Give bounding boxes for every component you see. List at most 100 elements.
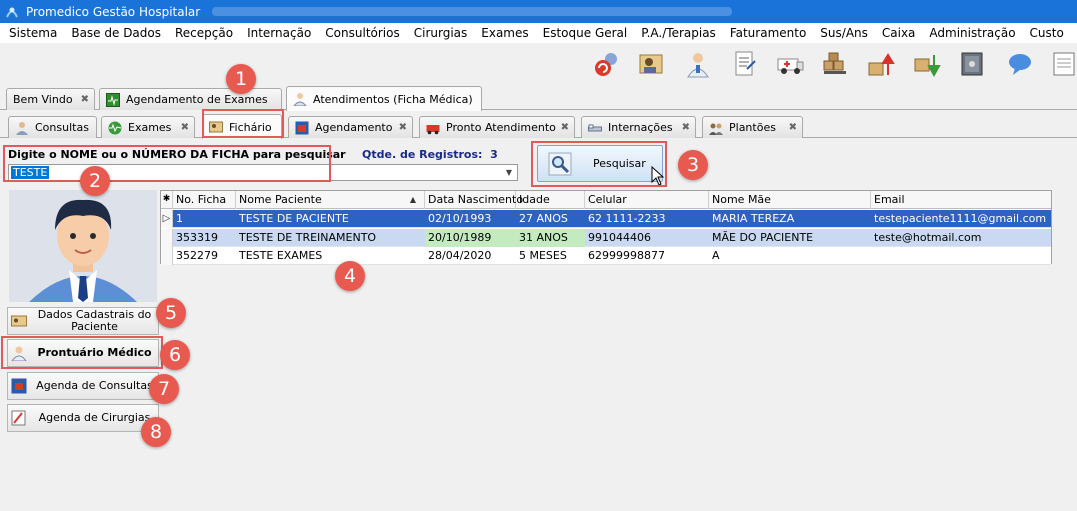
close-icon[interactable]: ✖ xyxy=(789,122,797,133)
close-icon[interactable]: ✖ xyxy=(81,94,89,105)
column-header[interactable]: Data Nascimento xyxy=(425,191,523,209)
menu-bi[interactable]: BI xyxy=(1071,23,1077,43)
id-card-icon xyxy=(11,315,27,327)
menu-caixa[interactable]: Caixa xyxy=(875,23,923,43)
menu-administracao[interactable]: Administração xyxy=(922,23,1022,43)
column-header[interactable]: Idade xyxy=(516,191,585,209)
tab-pronto-atendimento[interactable]: Pronto Atendimento ✖ xyxy=(419,116,575,138)
cell-nascimento: 28/04/2020 xyxy=(428,249,492,262)
tab-label: Pronto Atendimento xyxy=(446,121,556,134)
document-icon[interactable] xyxy=(1045,47,1077,81)
column-header[interactable]: Celular xyxy=(585,191,709,209)
tab-label: Bem Vindo xyxy=(13,93,73,106)
heartbeat-icon xyxy=(108,121,122,134)
menu-base-de-dados[interactable]: Base de Dados xyxy=(64,23,168,43)
menu-bar: Sistema Base de Dados Recepção Internaçã… xyxy=(0,23,1077,43)
chat-icon[interactable] xyxy=(1003,47,1037,81)
patient-icon xyxy=(16,121,28,135)
record-count-value: 3 xyxy=(490,148,498,161)
column-header[interactable]: No. Ficha xyxy=(173,191,236,209)
tab-plantoes[interactable]: Plantões ✖ xyxy=(702,116,803,138)
mouse-cursor-icon xyxy=(651,166,665,186)
bed-icon xyxy=(588,124,602,131)
surgery-schedule-button[interactable]: Agenda de Cirurgias xyxy=(7,404,159,432)
medical-record-label: Prontuário Médico xyxy=(37,346,152,359)
safe-icon[interactable] xyxy=(955,47,989,81)
patient-photo xyxy=(9,190,157,302)
ambulance-icon[interactable] xyxy=(773,47,807,81)
cell-nascimento: 02/10/1993 xyxy=(428,212,492,225)
callout-4: 4 xyxy=(335,261,365,291)
callout-7: 7 xyxy=(149,374,179,404)
tab-label: Agendamento xyxy=(315,121,393,134)
grid-header: ✱ No. Ficha Nome Paciente ▲ Data Nascimen… xyxy=(161,191,1051,209)
warehouse-icon[interactable] xyxy=(818,47,852,81)
cell-nome-mae: A xyxy=(712,249,720,262)
ambulance-icon xyxy=(426,124,440,134)
callout-8: 8 xyxy=(141,417,171,447)
table-row[interactable]: ▷ 1 TESTE DE PACIENTE 02/10/1993 27 ANOS… xyxy=(161,210,1051,228)
doctor-icon xyxy=(293,93,307,106)
tab-exames[interactable]: Exames ✖ xyxy=(101,116,195,138)
tab-label: Internações xyxy=(608,121,673,134)
cell-email: teste@hotmail.com xyxy=(874,231,982,244)
menu-recepcao[interactable]: Recepção xyxy=(168,23,240,43)
reception-icon[interactable] xyxy=(635,47,669,81)
prescription-icon[interactable] xyxy=(727,47,761,81)
menu-sistema[interactable]: Sistema xyxy=(2,23,64,43)
patient-data-button[interactable]: Dados Cadastrais do Paciente xyxy=(7,307,159,335)
refresh-users-icon[interactable] xyxy=(590,47,624,81)
table-row[interactable]: 353319 TESTE DE TREINAMENTO 20/10/1989 3… xyxy=(161,229,1051,247)
cell-ficha: 1 xyxy=(176,212,183,225)
menu-pa-terapias[interactable]: P.A./Terapias xyxy=(634,23,723,43)
medical-record-button[interactable]: Prontuário Médico xyxy=(7,339,159,367)
sort-ascending-icon: ▲ xyxy=(409,195,416,204)
column-header[interactable]: Email xyxy=(871,191,1051,209)
row-indicator-icon: ▷ xyxy=(161,210,173,228)
grid-settings-icon[interactable]: ✱ xyxy=(161,191,173,209)
menu-internacao[interactable]: Internação xyxy=(240,23,318,43)
stock-down-icon[interactable] xyxy=(910,47,944,81)
consultation-schedule-label: Agenda de Consultas xyxy=(36,379,153,392)
close-icon[interactable]: ✖ xyxy=(181,122,189,133)
menu-exames[interactable]: Exames xyxy=(474,23,535,43)
callout-3: 3 xyxy=(678,150,708,180)
menu-sus-ans[interactable]: Sus/Ans xyxy=(813,23,875,43)
menu-estoque-geral[interactable]: Estoque Geral xyxy=(536,23,635,43)
cell-idade: 5 MESES xyxy=(519,249,567,262)
tab-label: Fichário xyxy=(229,120,272,134)
menu-custo[interactable]: Custo xyxy=(1023,23,1071,43)
cell-idade: 31 ANOS xyxy=(516,229,585,247)
cell-email xyxy=(871,247,1051,265)
cell-nome-mae: MARIA TEREZA xyxy=(712,212,795,225)
cell-celular: 62 1111-2233 xyxy=(588,212,666,225)
tab-consultas[interactable]: Consultas xyxy=(8,116,97,138)
close-icon[interactable]: ✖ xyxy=(561,122,569,133)
table-row[interactable]: 352279 TESTE EXAMES 28/04/2020 5 MESES 6… xyxy=(161,247,1051,265)
column-header[interactable]: Nome Mãe xyxy=(709,191,871,209)
tab-atendimentos[interactable]: Atendimentos (Ficha Médica) xyxy=(286,86,482,111)
tab-agendamento-exames[interactable]: Agendamento de Exames xyxy=(99,88,282,110)
chevron-down-icon[interactable]: ▼ xyxy=(502,166,516,179)
calendar-icon xyxy=(11,378,27,394)
close-icon[interactable]: ✖ xyxy=(682,122,690,133)
tab-fichario[interactable]: Fichário xyxy=(202,114,282,139)
menu-faturamento[interactable]: Faturamento xyxy=(723,23,813,43)
stock-up-icon[interactable] xyxy=(864,47,898,81)
menu-cirurgias[interactable]: Cirurgias xyxy=(407,23,475,43)
tab-internacoes[interactable]: Internações ✖ xyxy=(581,116,696,138)
column-header[interactable]: Nome Paciente ▲ xyxy=(236,191,425,209)
tab-agendamento[interactable]: Agendamento ✖ xyxy=(288,116,413,138)
menu-consultorios[interactable]: Consultórios xyxy=(318,23,406,43)
tab-bem-vindo[interactable]: Bem Vindo ✖ xyxy=(6,88,95,110)
search-button[interactable]: Pesquisar xyxy=(537,145,663,182)
title-redacted-area xyxy=(212,7,733,16)
cell-nome: TESTE EXAMES xyxy=(239,249,323,262)
doctor-icon xyxy=(11,346,27,361)
row-indicator xyxy=(161,247,173,265)
consultation-schedule-button[interactable]: Agenda de Consultas xyxy=(7,372,159,400)
doctor-icon[interactable] xyxy=(681,47,715,81)
surgery-schedule-label: Agenda de Cirurgias xyxy=(38,411,151,424)
cell-ficha: 352279 xyxy=(176,249,218,262)
close-icon[interactable]: ✖ xyxy=(399,122,407,133)
